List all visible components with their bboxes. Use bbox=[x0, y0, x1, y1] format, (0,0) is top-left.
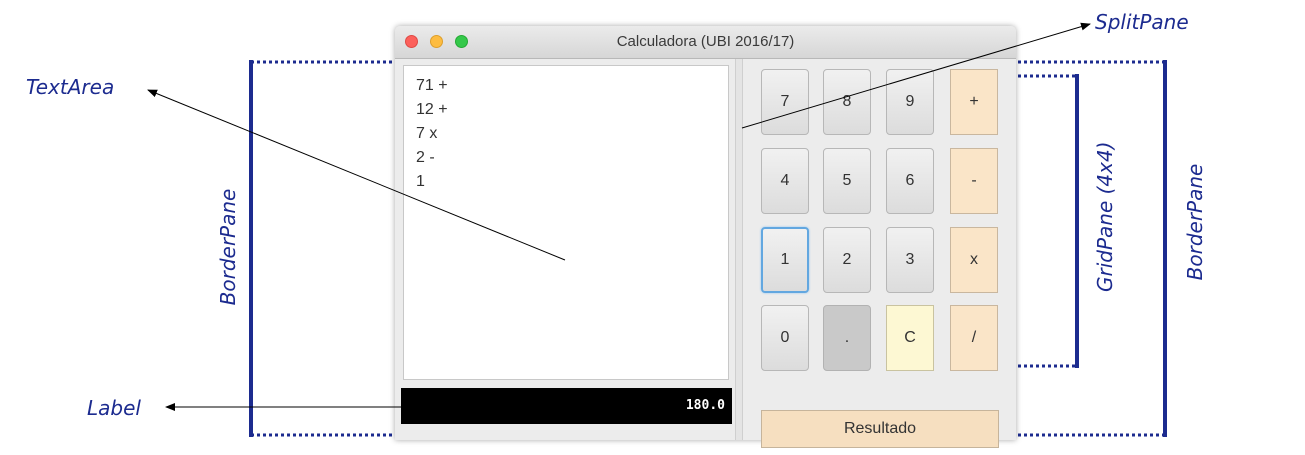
textarea-arrow bbox=[147, 89, 566, 261]
annotation-arrows bbox=[147, 22, 1091, 411]
splitpane-arrow bbox=[741, 22, 1091, 129]
